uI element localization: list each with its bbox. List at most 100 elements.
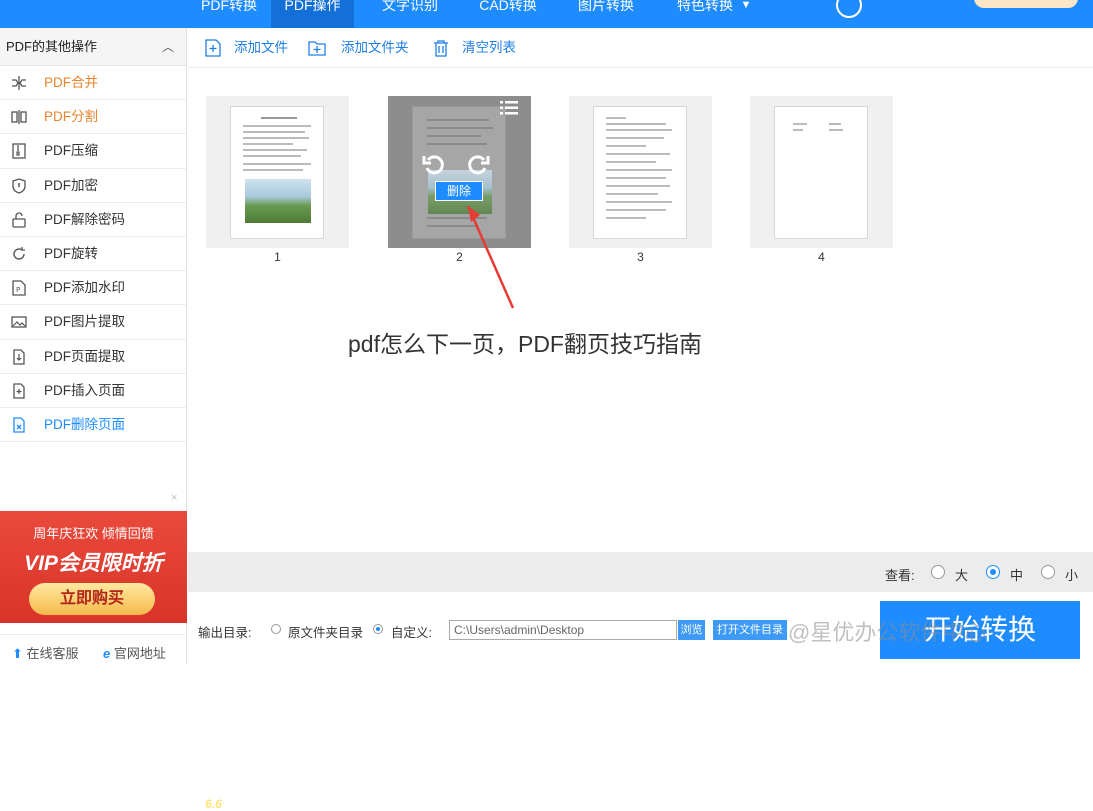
promo-line2: VIP会员限时 6.6 折 <box>0 547 222 811</box>
open-folder-button[interactable]: 打开文件目录 <box>713 620 787 640</box>
view-medium-radio[interactable] <box>986 565 1000 579</box>
rotate-icon <box>13 246 25 260</box>
tab-pdf-operate[interactable]: PDF操作 <box>271 0 354 28</box>
promo-banner[interactable]: 周年庆狂欢 倾情回馈 VIP会员限时 6.6 折 立即购买 <box>0 511 222 811</box>
sidebar-item-compress[interactable]: PDF压缩 <box>0 134 186 169</box>
tab-image-convert[interactable]: 图片转换 <box>568 0 644 28</box>
unlock-icon <box>12 212 26 228</box>
sidebar-item-label: PDF分割 <box>44 109 98 125</box>
sidebar-item-watermark[interactable]: P PDF添加水印 <box>0 271 186 306</box>
tab-cad-convert[interactable]: CAD转换 <box>470 0 546 28</box>
add-file-label: 添加文件 <box>234 40 288 55</box>
view-large-radio[interactable] <box>931 565 945 579</box>
page-preview <box>230 106 324 239</box>
chevron-down-icon[interactable]: ▼ <box>738 0 754 28</box>
add-folder-button[interactable]: 添加文件夹 <box>308 38 428 58</box>
view-size-bar: 查看: 大 中 小 <box>188 552 1093 592</box>
sidebar-header[interactable]: PDF的其他操作 ︿ <box>0 28 186 66</box>
page-thumbnail[interactable] <box>750 96 893 248</box>
buy-now-button[interactable]: 立即购买 <box>29 583 155 615</box>
page-number: 3 <box>637 250 644 264</box>
sidebar-item-label: PDF合并 <box>44 75 98 90</box>
add-file-icon <box>205 39 221 57</box>
vip-button[interactable] <box>974 0 1078 8</box>
sidebar-item-page-insert[interactable]: PDF插入页面 <box>0 374 186 408</box>
add-file-button[interactable]: 添加文件 <box>204 38 314 58</box>
menu-list-icon[interactable] <box>500 101 518 115</box>
delete-page-button[interactable]: 删除 <box>435 181 483 201</box>
page-thumbnail[interactable] <box>206 96 349 248</box>
sidebar-item-label: PDF解除密码 <box>44 211 125 227</box>
sidebar-item-unlock[interactable]: PDF解除密码 <box>0 203 186 237</box>
website-link[interactable]: e 官网地址 <box>103 643 166 662</box>
sidebar-item-split[interactable]: PDF分割 <box>0 100 186 135</box>
sidebar-item-image-extract[interactable]: PDF图片提取 <box>0 305 186 340</box>
view-label: 查看: <box>885 568 915 583</box>
view-small-radio[interactable] <box>1041 565 1055 579</box>
sidebar-item-rotate[interactable]: PDF旋转 <box>0 237 186 272</box>
page-insert-icon <box>13 383 25 399</box>
top-nav-bar: PDF转换 PDF操作 文字识别 CAD转换 图片转换 特色转换 ▼ <box>0 0 1093 28</box>
add-folder-icon <box>308 41 326 56</box>
sidebar: PDF的其他操作 ︿ PDF合并 PDF分割 PDF压缩 PDF加密 PDF解除… <box>0 28 222 811</box>
close-icon[interactable]: × <box>171 492 177 504</box>
output-dir-label: 输出目录: <box>198 626 252 640</box>
sidebar-footer: ⬆ 在线客服 e 官网地址 <box>0 634 187 664</box>
sidebar-item-label: PDF压缩 <box>44 143 98 159</box>
article-title: pdf怎么下一页，PDF翻页技巧指南 <box>348 331 702 357</box>
online-service-link[interactable]: ⬆ 在线客服 <box>12 643 79 662</box>
sidebar-item-encrypt[interactable]: PDF加密 <box>0 169 186 203</box>
website-label: 官网地址 <box>113 646 166 661</box>
rotate-left-icon[interactable] <box>421 151 447 177</box>
sidebar-item-page-extract[interactable]: PDF页面提取 <box>0 340 186 374</box>
browse-button[interactable]: 浏览 <box>678 620 705 640</box>
clear-list-button[interactable]: 清空列表 <box>432 38 532 58</box>
promo-line1: 周年庆狂欢 倾情回馈 <box>33 526 154 541</box>
page-preview <box>593 106 687 239</box>
sidebar-item-merge[interactable]: PDF合并 <box>0 66 186 101</box>
page-preview <box>774 106 868 239</box>
page-extract-icon <box>13 348 25 365</box>
original-folder-label: 原文件夹目录 <box>288 626 364 640</box>
person-icon: ⬆ <box>12 646 23 661</box>
promo-line2-suffix: 折 <box>141 552 163 575</box>
page-delete-icon <box>13 417 25 433</box>
image-icon <box>11 316 27 328</box>
view-large-label: 大 <box>955 568 969 583</box>
sidebar-item-label: PDF添加水印 <box>44 280 125 296</box>
sidebar-item-label: PDF页面提取 <box>44 348 125 364</box>
promo-discount: 6.6 <box>205 797 222 811</box>
output-path-field[interactable]: C:\Users\admin\Desktop <box>449 620 677 640</box>
tab-ocr[interactable]: 文字识别 <box>372 0 448 28</box>
compress-icon <box>12 143 26 160</box>
custom-folder-label: 自定义: <box>391 626 432 640</box>
merge-icon <box>12 76 26 90</box>
page-thumbnail[interactable] <box>569 96 712 248</box>
tab-pdf-convert[interactable]: PDF转换 <box>194 0 264 28</box>
trash-icon <box>434 40 448 57</box>
sidebar-title: PDF的其他操作 <box>6 39 98 54</box>
add-folder-label: 添加文件夹 <box>341 40 409 55</box>
output-settings: 输出目录: 原文件夹目录 自定义: C:\Users\admin\Desktop… <box>188 600 1093 664</box>
sidebar-item-page-delete[interactable]: PDF删除页面 <box>0 408 186 443</box>
shield-icon <box>12 177 26 194</box>
view-medium-label: 中 <box>1010 568 1024 583</box>
promo-line2-prefix: VIP会员限时 <box>24 552 142 575</box>
watermark-icon: P <box>12 280 26 296</box>
clear-list-label: 清空列表 <box>462 40 516 55</box>
tab-special-convert[interactable]: 特色转换 <box>672 0 738 28</box>
view-small-label: 小 <box>1065 568 1079 583</box>
toolbar: 添加文件 添加文件夹 清空列表 <box>188 28 1093 68</box>
rotate-right-icon[interactable] <box>465 151 491 177</box>
user-avatar-icon[interactable] <box>836 0 862 18</box>
chevron-up-icon[interactable]: ︿ <box>162 28 174 66</box>
sidebar-item-label: PDF图片提取 <box>44 314 125 330</box>
sidebar-item-label: PDF删除页面 <box>44 416 125 432</box>
sidebar-item-label: PDF插入页面 <box>44 382 125 398</box>
sidebar-item-label: PDF加密 <box>44 177 98 193</box>
sidebar-item-label: PDF旋转 <box>44 245 98 261</box>
split-icon <box>11 110 27 125</box>
custom-folder-radio[interactable] <box>373 624 383 634</box>
original-folder-radio[interactable] <box>271 624 281 634</box>
page-number: 4 <box>818 250 825 264</box>
